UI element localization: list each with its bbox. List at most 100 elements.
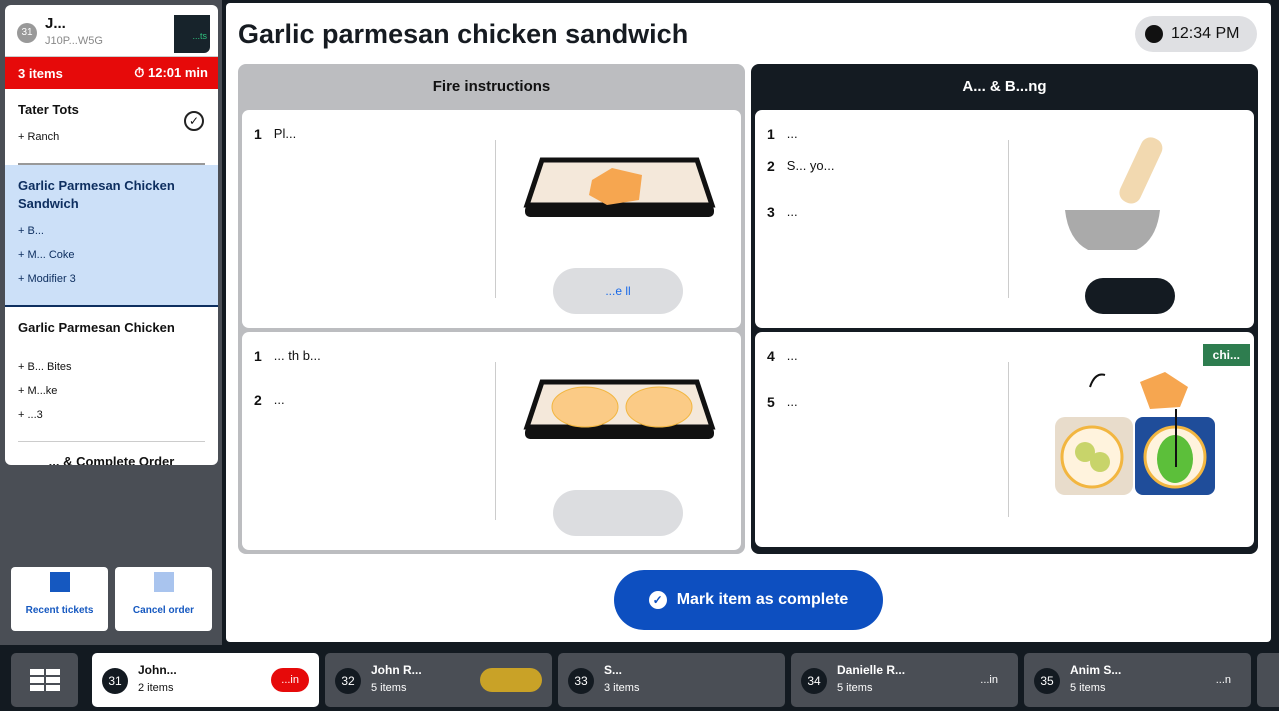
cancel-icon [154,572,174,592]
order-code: J10P...W5G [45,35,103,47]
ticket-item-selected[interactable]: Garlic Parmesan Chicken Sandwich + B... … [5,165,218,307]
text: ... th b... [273,348,321,363]
check-circle-icon: ✓ [184,111,204,131]
item-name: Tater Tots [18,102,79,117]
step: 4... [767,348,1007,364]
text: 2 [767,158,775,174]
ticket-number: 31 [17,23,37,43]
text: John R... [371,663,422,677]
ticket-action-button[interactable]: ...ts [174,15,210,53]
instruction-card: 4... 5... chi... [755,332,1254,547]
text: 34 [801,668,827,694]
text: ... [786,348,798,363]
label: Cancel order [132,605,195,616]
ticket-tab[interactable]: 31 John... 2 items ...in [92,653,319,707]
tray-with-chicken-image [523,157,716,217]
text: S... [604,663,623,677]
step: 2... [254,392,494,408]
ticket-tab[interactable]: 34 Danielle R... 5 items ...in [791,653,1018,707]
text: 33 [568,668,594,694]
assembly-panel: A... & B...ng 1... 2 S... yo... 3... 4...… [751,64,1258,554]
text: ... [786,204,798,219]
step: 1... [767,126,1007,142]
panel-title: A... & B...ng [962,78,1047,95]
mark-item-complete-button[interactable]: ✓ Mark item as complete [614,570,883,630]
label: Mark item as complete [676,591,849,608]
text: 32 [335,668,361,694]
text: 1 [254,348,262,364]
text: ... [273,392,285,407]
ticket-timer: ⏱ 12:01 min [134,65,208,80]
video-button[interactable] [553,490,683,536]
recent-tickets-button[interactable]: Recent tickets [11,567,108,631]
text: 5 items [837,682,873,694]
step: 1 Pl... [254,126,494,142]
sandwich-assembly-image [1055,372,1215,495]
item-modifier: + ...3 [18,409,43,421]
items-count: 3 items [18,65,63,81]
ticket-timer [755,668,775,692]
step: 3... [767,204,1007,220]
ticket-item[interactable]: Tater Tots + Ranch ✓ [5,89,218,163]
instruction-card: 1 Pl... ...e ll [242,110,741,328]
sauce-bowl-image [1065,137,1163,250]
ticket-timer [480,668,542,692]
ticket-card: 31 J... J10P...W5G ...ts 3 items ⏱ 12:01… [5,5,218,465]
main-panel: Garlic parmesan chicken sandwich 12:34 P… [226,3,1271,642]
text: 2 [254,392,262,408]
time: 12:34 PM [1171,25,1240,42]
item-modifier: + B... Bites [18,361,72,373]
item-modifier: + B... [18,225,44,237]
tray-with-buns-image [523,379,716,439]
ticket-tab[interactable]: 32 John R... 5 items [325,653,552,707]
panel-title: Fire instructions [432,78,551,95]
text: 1 [767,126,775,142]
history-icon [50,572,70,592]
clock: 12:34 PM [1135,16,1257,52]
ticket-tab[interactable]: 33 S... 3 items [558,653,785,707]
ticket-item[interactable]: Garlic Parmesan Chicken + B... Bites + M… [5,307,218,441]
instruction-card: 1 ... th b... 2... [242,332,741,550]
item-name: Garlic Parmesan Chicken Sandwich [18,178,175,211]
ingredient-tag: chi... [1202,344,1250,366]
text: 1 [254,126,262,142]
text: 5 items [1070,682,1106,694]
ticket-sidebar: 31 J... J10P...W5G ...ts 3 items ⏱ 12:01… [0,0,222,645]
ticket-timer: ...in [271,668,309,692]
text: Anim S... [1070,663,1122,677]
text: Danielle R... [837,663,906,677]
text: 2 items [138,682,174,694]
text: 35 [1034,668,1060,694]
item-modifier: + Ranch [18,131,60,143]
text: 5 [767,394,775,410]
video-button[interactable]: ...e ll [553,268,683,314]
step: 2 S... yo... [767,158,1007,174]
text: 3 items [604,682,640,694]
text: S... yo... [786,158,835,173]
text: 3 [767,204,775,220]
ticket-status-bar: 3 items ⏱ 12:01 min [5,57,218,89]
text: ... [786,394,798,409]
cancel-order-button[interactable]: Cancel order [115,567,212,631]
ticket-tab-partial[interactable] [1257,653,1279,707]
fire-instructions-panel: Fire instructions 1 Pl... ...e ll 1 ... th… [238,64,745,554]
ticket-timer: ...n [1215,674,1231,686]
text: Pl... [273,126,297,141]
text: 12:01 min [148,65,208,80]
complete-order-button[interactable]: ... & Complete Order [18,441,205,465]
item-modifier: + M... Coke [18,249,75,261]
text: 4 [767,348,775,364]
item-modifier: + M...ke [18,385,58,397]
ticket-timer: ...in [980,674,998,686]
ticket-tab[interactable]: 35 Anim S... 5 items ...n [1024,653,1251,707]
item-modifier: + Modifier 3 [18,273,76,285]
instruction-card: 1... 2 S... yo... 3... [755,110,1254,328]
video-button[interactable] [1085,278,1175,314]
text: 31 [102,668,128,694]
check-circle-icon: ✓ [648,591,667,609]
label: Recent tickets [25,605,94,616]
text: 5 items [371,682,407,694]
text: John... [138,663,177,677]
all-tickets-grid-button[interactable] [11,653,78,707]
step: 5... [767,394,1007,410]
